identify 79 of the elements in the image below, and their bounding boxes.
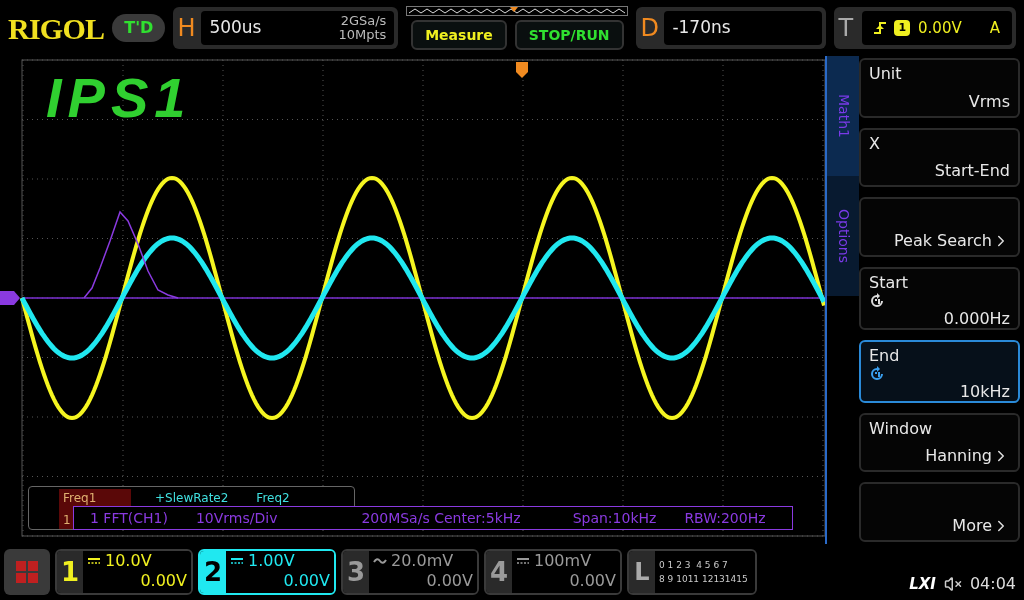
softkey-value: More <box>952 515 992 536</box>
horizontal-label: H <box>177 13 197 44</box>
mode-badge: T'D <box>112 14 166 42</box>
math-info-text: 1 FFT(CH1) <box>90 508 168 528</box>
handwritten-annotation: IPS1 <box>46 65 192 131</box>
menu-softkey[interactable]: More <box>859 482 1020 542</box>
softkey-value: Vrms <box>968 91 1010 112</box>
softkey-value: Start-End <box>934 161 1010 182</box>
channel-offset: 0.00V <box>140 571 187 591</box>
dc-coupling-icon <box>87 557 101 565</box>
menu-softkey[interactable]: Unit Vrms <box>859 58 1020 118</box>
trigger-source: 1 <box>894 20 911 36</box>
speaker-muted-icon[interactable] <box>943 575 962 593</box>
menu-softkey[interactable]: Peak Search <box>859 197 1020 257</box>
math-info-text: 10Vrms/Div <box>195 508 278 528</box>
math-info-text: Span:10kHz <box>572 508 657 528</box>
measurement-label: Freq2 <box>256 491 290 505</box>
brand-logo: RIGOL <box>8 10 105 47</box>
softkey-label: Unit <box>869 64 903 84</box>
menu-softkey[interactable]: Start 0.000Hz <box>859 266 1020 330</box>
clock-time: 04:04 <box>969 573 1016 595</box>
channel-number: 1 <box>57 551 83 593</box>
delay-label: D <box>640 13 660 44</box>
delay-panel[interactable]: D -170ns <box>636 7 827 49</box>
channel-offset: 0.00V <box>426 571 473 591</box>
delay-value: -170ns <box>672 16 731 40</box>
trigger-panel[interactable]: T 1 0.00V A <box>834 7 1016 49</box>
logic-channels: 8 9 1011 12131415 <box>659 573 749 586</box>
channel-scale: 10.0V <box>105 551 152 571</box>
lxi-logo: LXI <box>909 573 936 595</box>
softkey-value: Peak Search <box>893 230 992 251</box>
channel-scale: 100mV <box>534 551 592 571</box>
channel-offset: 0.00V <box>283 571 330 591</box>
measurement-value: 1 <box>63 512 71 529</box>
menu-softkey[interactable]: X Start-End <box>859 127 1020 188</box>
channel-number: 4 <box>486 551 512 593</box>
timebase-value: 500us <box>209 16 262 40</box>
channel-panel[interactable]: 3 20.0mV 0.00V <box>341 549 479 595</box>
ac-coupling-icon <box>373 557 387 565</box>
rising-edge-icon <box>874 21 887 35</box>
math-info-text: 200MSa/s Center:5kHz <box>361 508 521 528</box>
channel-number: 2 <box>200 551 226 593</box>
knob-icon <box>869 365 885 382</box>
channel-number: 3 <box>343 551 369 593</box>
softkey-label: X <box>869 133 881 154</box>
channel-panel[interactable]: 1 10.0V 0.00V <box>55 549 193 595</box>
grid-icon <box>15 560 39 584</box>
sample-rate: 2GSa/s <box>340 14 387 28</box>
channel-level-marker <box>0 291 20 305</box>
softkey-value: 0.000Hz <box>943 308 1010 329</box>
trigger-mode: A <box>989 17 1000 39</box>
menu-softkey[interactable]: End 10kHz <box>859 339 1020 403</box>
softkey-label: Start <box>869 272 910 293</box>
dc-coupling-icon <box>516 557 530 565</box>
logic-label: L <box>629 551 655 593</box>
channel-offset: 0.00V <box>569 571 616 591</box>
dc-coupling-icon <box>230 557 244 565</box>
trigger-label: T <box>838 13 855 44</box>
knob-icon <box>869 292 885 309</box>
channel-scale: 20.0mV <box>391 551 454 571</box>
menu-softkey[interactable]: Window Hanning <box>859 412 1020 473</box>
function-button[interactable]: STOP/RUN <box>514 20 624 50</box>
softkey-value: 10kHz <box>959 381 1010 402</box>
channel-panel[interactable]: 2 1.00V 0.00V <box>198 549 336 595</box>
channel-panel[interactable]: 4 100mV 0.00V <box>484 549 622 595</box>
logic-channels: 0 1 2 3 4 5 6 7 <box>659 559 729 572</box>
math-info-text: RBW:200Hz <box>684 508 766 528</box>
function-button[interactable]: Measure <box>411 20 507 50</box>
measurement-label: +SlewRate2 <box>155 491 229 505</box>
softkey-label: End <box>869 345 901 366</box>
logic-panel[interactable]: L 0 1 2 3 4 5 6 7 8 9 1011 12131415 <box>627 549 757 595</box>
softkey-label: Window <box>869 418 934 439</box>
trigger-level: 0.00V <box>918 17 962 39</box>
horizontal-panel[interactable]: H 500us 2GSa/s 10Mpts <box>173 7 399 49</box>
trigger-position-marker <box>516 62 528 78</box>
measurement-label: Freq1 <box>63 491 97 505</box>
channel-scale: 1.00V <box>248 551 295 571</box>
memory-depth: 10Mpts <box>338 28 387 42</box>
softkey-value: Hanning <box>925 446 992 467</box>
